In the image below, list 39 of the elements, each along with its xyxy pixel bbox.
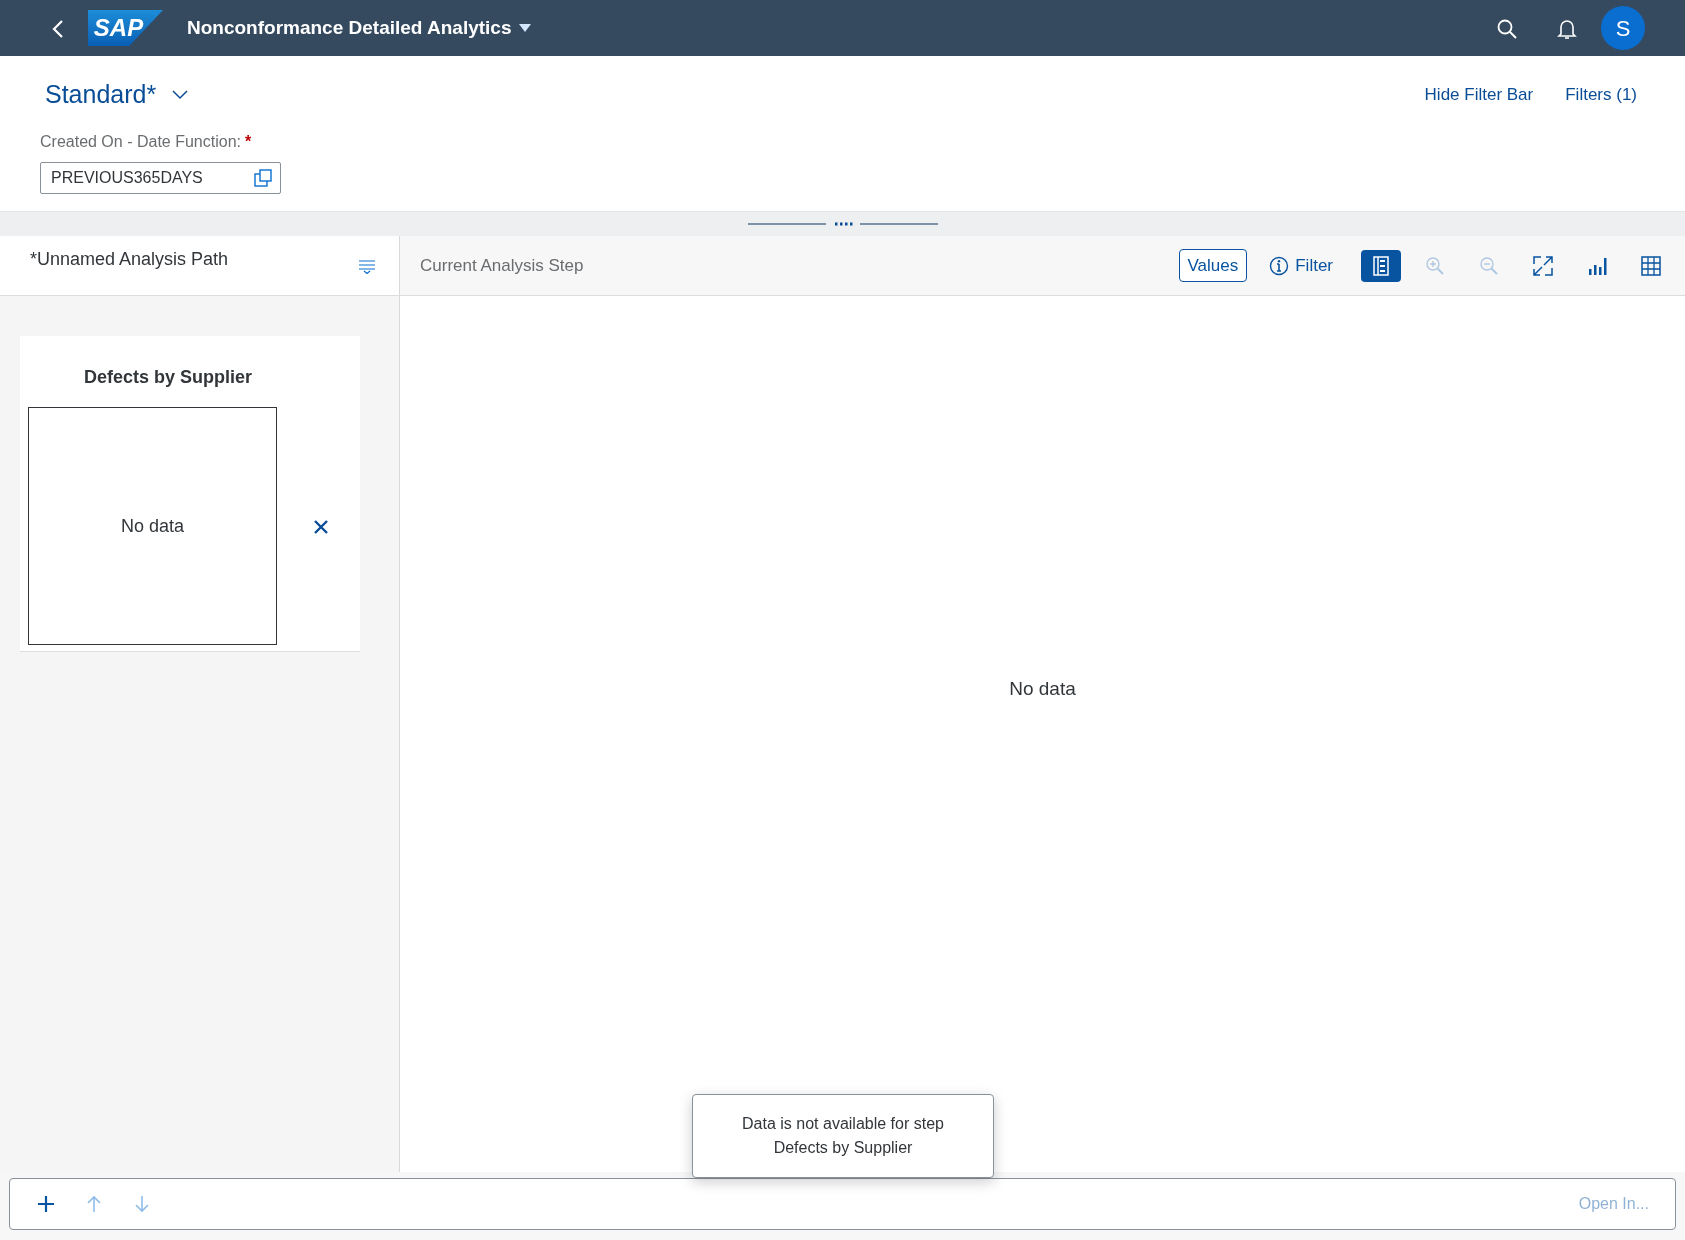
filter-bar-link[interactable]: Filters (1) — [1557, 82, 1637, 108]
table-icon — [1641, 255, 1661, 276]
logo: SAP — [88, 10, 163, 46]
current-step-title: Current Analysis Step — [420, 254, 584, 277]
toolbar-button[interactable] — [1361, 249, 1401, 282]
analysis-step-tile[interactable]: Defects by Supplier No data — [20, 336, 360, 652]
date-function-field[interactable]: PREVIOUS365DAYS — [40, 161, 281, 194]
chevron-down-icon — [172, 89, 189, 100]
arrow-down-icon — [133, 1195, 151, 1213]
value-help-button[interactable] — [253, 167, 273, 188]
close-icon — [313, 518, 329, 535]
values-button[interactable]: Values — [1178, 248, 1248, 283]
app-title-menu[interactable]: Nonconformance Detailed Analytics — [187, 13, 532, 43]
plus-icon — [37, 1195, 55, 1213]
analysis-path-title: *Unnamed Analysis Path — [30, 248, 229, 271]
legend-icon — [1371, 255, 1391, 276]
bar-chart-icon — [1587, 255, 1607, 276]
filter-button[interactable]: Filter — [1263, 251, 1339, 280]
value-help-icon — [254, 168, 272, 187]
caret-icon — [519, 24, 532, 32]
filter-bar-link[interactable]: Hide Filter Bar — [1424, 82, 1534, 108]
zoom-in-icon — [1425, 255, 1445, 276]
required-asterisk: * — [245, 131, 252, 152]
splitter-handle-icon — [747, 221, 938, 227]
step-title: Defects by Supplier — [83, 366, 254, 389]
list-icon — [359, 259, 375, 274]
fullscreen-icon — [1533, 255, 1553, 276]
no-data-message: No data — [120, 514, 184, 538]
no-data-message: No data — [1009, 676, 1076, 701]
arrow-up-icon — [85, 1195, 103, 1213]
back-icon — [52, 18, 64, 39]
field-label: Created On - Date Function: — [40, 131, 241, 152]
user-avatar[interactable]: S — [1601, 6, 1645, 50]
variant-selector[interactable]: Standard* — [45, 76, 189, 114]
bell-icon — [1557, 17, 1577, 40]
zoom-out-icon — [1479, 255, 1499, 276]
toast-message: Data is not available for step Defects by Supplier — [692, 1094, 994, 1178]
info-icon — [1269, 255, 1290, 276]
search-icon — [1497, 18, 1517, 39]
